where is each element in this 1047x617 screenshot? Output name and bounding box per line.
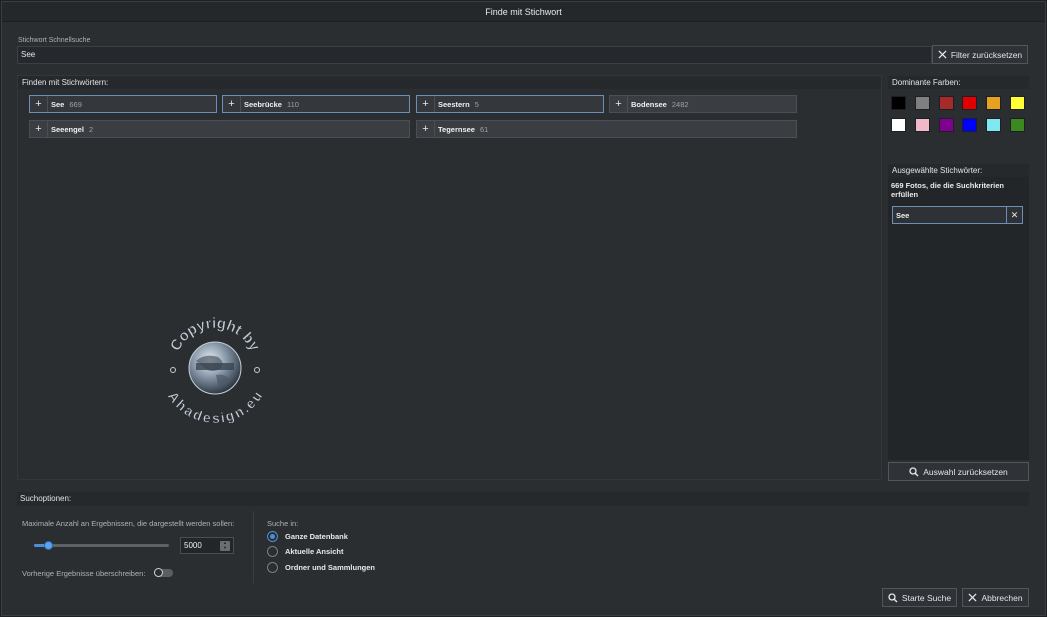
quick-search-label: Stichwort Schnellsuche	[18, 37, 91, 44]
selected-keyword-text: See	[896, 210, 910, 220]
selected-keyword-tag: See ✕	[892, 206, 1023, 224]
keyword-chip[interactable]: + Seestern 5	[416, 95, 604, 113]
keyword-chip[interactable]: + Tegernsee 61	[416, 120, 797, 138]
stepper-arrows-icon[interactable]: ▲ ▼	[220, 540, 230, 551]
search-in-label: Suche in:	[267, 519, 299, 528]
reset-selection-label: Auswahl zurücksetzen	[923, 466, 1008, 477]
cancel-label: Abbrechen	[981, 592, 1023, 603]
options-divider	[253, 511, 254, 583]
remove-tag-icon[interactable]: ✕	[1006, 207, 1022, 223]
color-swatch[interactable]	[938, 96, 954, 110]
color-swatch[interactable]	[986, 118, 1002, 132]
toggle-knob	[154, 568, 163, 577]
close-icon	[968, 593, 977, 602]
keyword-chip-count: 110	[286, 99, 299, 109]
start-search-label: Starte Suche	[901, 592, 952, 603]
search-icon	[888, 592, 898, 602]
keyword-chip-name: Seebrücke	[244, 99, 282, 109]
max-results-label: Maximale Anzahl an Ergebnissen, die darg…	[22, 519, 235, 528]
slider-thumb[interactable]	[43, 541, 53, 550]
search-icon	[909, 466, 919, 476]
keyword-chip-name: Seeengel	[51, 124, 84, 134]
close-icon	[938, 50, 947, 59]
overwrite-label: Vorherige Ergebnisse überschreiben:	[22, 569, 146, 578]
reset-filter-button[interactable]: Filter zurücksetzen	[932, 45, 1028, 64]
selected-keywords-heading: Ausgewählte Stichwörter:	[888, 164, 1029, 177]
plus-icon[interactable]: +	[417, 121, 435, 137]
keyword-chip[interactable]: + Seebrücke 110	[222, 95, 410, 113]
radio-label-current-view[interactable]: Aktuelle Ansicht	[285, 547, 343, 556]
radio-current-view[interactable]	[267, 546, 278, 557]
keyword-chip-name: Seestern	[438, 99, 470, 109]
results-summary: 669 Fotos, die die Suchkriterien erfülle…	[891, 181, 1004, 199]
keyword-chip[interactable]: + Bodensee 2482	[609, 95, 797, 113]
plus-icon[interactable]: +	[417, 96, 435, 112]
color-swatch[interactable]	[1010, 96, 1025, 110]
overwrite-toggle[interactable]	[154, 568, 173, 577]
dominant-colors-heading: Dominante Farben:	[888, 76, 1029, 89]
keyword-chip-name: See	[51, 99, 65, 109]
color-swatch[interactable]	[962, 118, 978, 132]
color-swatch[interactable]	[986, 96, 1002, 110]
max-results-slider[interactable]	[34, 541, 169, 550]
quick-search-input[interactable]: See	[17, 46, 932, 64]
color-swatch[interactable]	[962, 96, 978, 110]
reset-selection-button[interactable]: Auswahl zurücksetzen	[888, 462, 1029, 481]
radio-label-folders-collections[interactable]: Ordner und Sammlungen	[285, 563, 375, 572]
keyword-chip[interactable]: + Seeengel 2	[29, 120, 410, 138]
color-swatch[interactable]	[938, 118, 954, 132]
max-results-value[interactable]: 5000	[181, 541, 220, 550]
cancel-button[interactable]: Abbrechen	[962, 588, 1029, 607]
search-options-heading: Suchoptionen:	[17, 492, 1029, 506]
dialog-title: Finde mit Stichwort	[2, 2, 1045, 22]
keyword-chip-count: 2482	[671, 99, 689, 109]
color-swatch[interactable]	[914, 96, 930, 110]
plus-icon[interactable]: +	[30, 121, 48, 137]
plus-icon[interactable]: +	[610, 96, 628, 112]
color-swatch[interactable]	[891, 96, 906, 110]
keyword-chip-name: Bodensee	[631, 99, 667, 109]
keyword-chip-count: 2	[88, 124, 94, 134]
radio-label-whole-database[interactable]: Ganze Datenbank	[285, 532, 348, 541]
color-swatch[interactable]	[1010, 118, 1025, 132]
plus-icon[interactable]: +	[30, 96, 48, 112]
keyword-chip-name: Tegernsee	[438, 124, 475, 134]
reset-filter-label: Filter zurücksetzen	[950, 49, 1023, 60]
keyword-chip[interactable]: + See 669	[29, 95, 217, 113]
max-results-stepper[interactable]: 5000 ▲ ▼	[180, 537, 234, 554]
keyword-chip-count: 61	[479, 124, 489, 134]
keywords-heading: Finden mit Stichwörtern:	[18, 76, 881, 89]
keyword-chip-count: 669	[69, 99, 82, 109]
plus-icon[interactable]: +	[223, 96, 241, 112]
radio-folders-collections[interactable]	[267, 562, 278, 573]
start-search-button[interactable]: Starte Suche	[882, 588, 957, 607]
color-swatch[interactable]	[914, 118, 930, 132]
copyright-watermark: Copyright by Ahadesign.eu	[164, 315, 265, 423]
keyword-chip-count: 5	[474, 99, 479, 109]
color-swatch[interactable]	[891, 118, 906, 132]
radio-whole-database[interactable]	[267, 531, 278, 542]
selected-keywords-panel: Ausgewählte Stichwörter: 669 Fotos, die …	[888, 164, 1029, 460]
